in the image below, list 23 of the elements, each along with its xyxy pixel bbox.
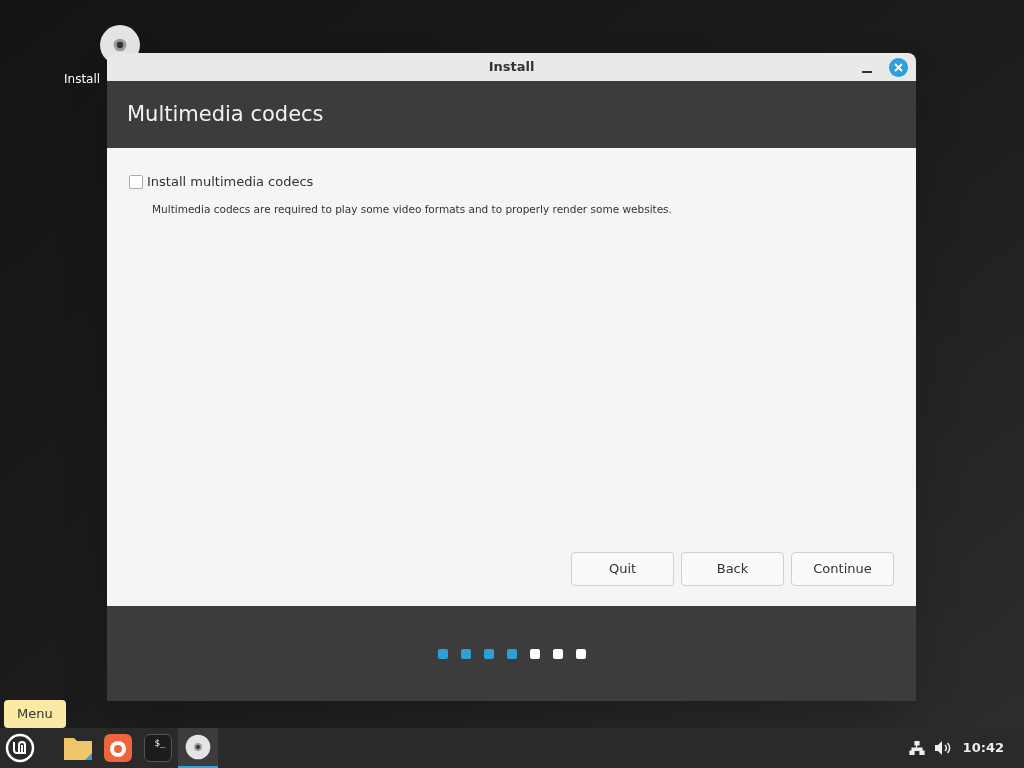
tooltip: Menu (4, 700, 66, 728)
folder-icon (63, 735, 93, 761)
desktop-icon-label[interactable]: Install (64, 70, 101, 88)
volume-icon (934, 741, 953, 755)
window-title: Install (488, 58, 535, 77)
taskbar-button[interactable] (178, 728, 218, 768)
dialog-button[interactable]: Continue (791, 552, 894, 586)
taskbar-button[interactable]: $_ (138, 728, 178, 768)
checkbox-label[interactable]: Install multimedia codecs (147, 172, 314, 192)
checkbox[interactable] (129, 174, 143, 189)
page-heading: Multimedia codecs (127, 100, 324, 128)
mint-logo-icon (5, 733, 35, 763)
dialog-button[interactable]: Back (681, 552, 784, 586)
description-text: Multimedia codecs are required to play some video formats and to properly render some websites. (152, 201, 673, 217)
close-button[interactable] (889, 57, 908, 77)
close-icon (894, 62, 903, 72)
disc-icon (185, 734, 211, 760)
network-icon (908, 741, 925, 755)
terminal-icon: $_ (144, 734, 172, 762)
clock[interactable]: 10:42 (962, 738, 1004, 758)
dialog-button[interactable]: Quit (571, 552, 674, 586)
minimize-icon (862, 71, 872, 73)
browser-icon (104, 734, 132, 762)
